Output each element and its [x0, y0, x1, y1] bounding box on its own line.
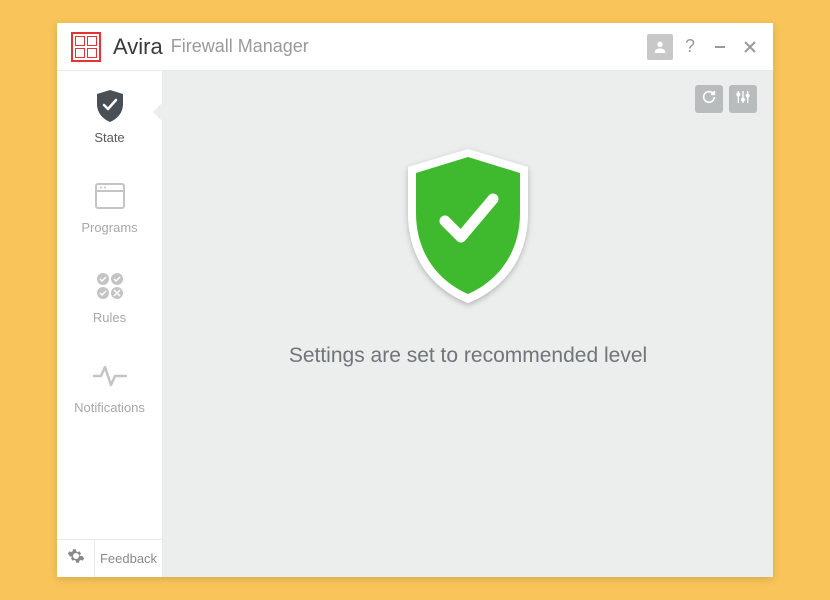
app-window: Avira Firewall Manager ? State: [57, 23, 773, 577]
adjust-button[interactable]: [729, 85, 757, 113]
sidebar-item-rules[interactable]: Rules: [57, 251, 162, 341]
titlebar: Avira Firewall Manager ?: [57, 23, 773, 71]
sidebar-item-state[interactable]: State: [57, 71, 162, 161]
sidebar-item-notifications[interactable]: Notifications: [57, 341, 162, 431]
avira-logo-icon: [71, 32, 101, 62]
shield-check-icon: [92, 88, 128, 124]
settings-button[interactable]: [57, 540, 95, 578]
user-icon[interactable]: [647, 34, 673, 60]
sidebar: State Programs: [57, 71, 163, 577]
status-shield-icon: [393, 141, 543, 316]
window-icon: [92, 178, 128, 214]
activity-icon: [92, 358, 128, 394]
sliders-icon: [735, 89, 751, 110]
sidebar-item-label: State: [94, 130, 124, 145]
close-button[interactable]: [737, 34, 763, 60]
body: State Programs: [57, 71, 773, 577]
sidebar-item-programs[interactable]: Programs: [57, 161, 162, 251]
content-controls: [695, 85, 757, 113]
help-button[interactable]: ?: [677, 34, 703, 60]
status-text: Settings are set to recommended level: [289, 344, 647, 368]
sidebar-item-label: Notifications: [74, 400, 145, 415]
sidebar-item-label: Rules: [93, 310, 126, 325]
sidebar-footer: Feedback: [57, 539, 162, 577]
title-brand: Avira: [113, 34, 163, 60]
content-area: Settings are set to recommended level: [163, 71, 773, 577]
title-subtitle: Firewall Manager: [171, 36, 309, 57]
minimize-button[interactable]: [707, 34, 733, 60]
sidebar-item-label: Programs: [81, 220, 137, 235]
refresh-icon: [701, 89, 717, 110]
feedback-button[interactable]: Feedback: [95, 551, 162, 566]
gear-icon: [67, 547, 85, 570]
rules-icon: [92, 268, 128, 304]
refresh-button[interactable]: [695, 85, 723, 113]
sidebar-items: State Programs: [57, 71, 162, 539]
